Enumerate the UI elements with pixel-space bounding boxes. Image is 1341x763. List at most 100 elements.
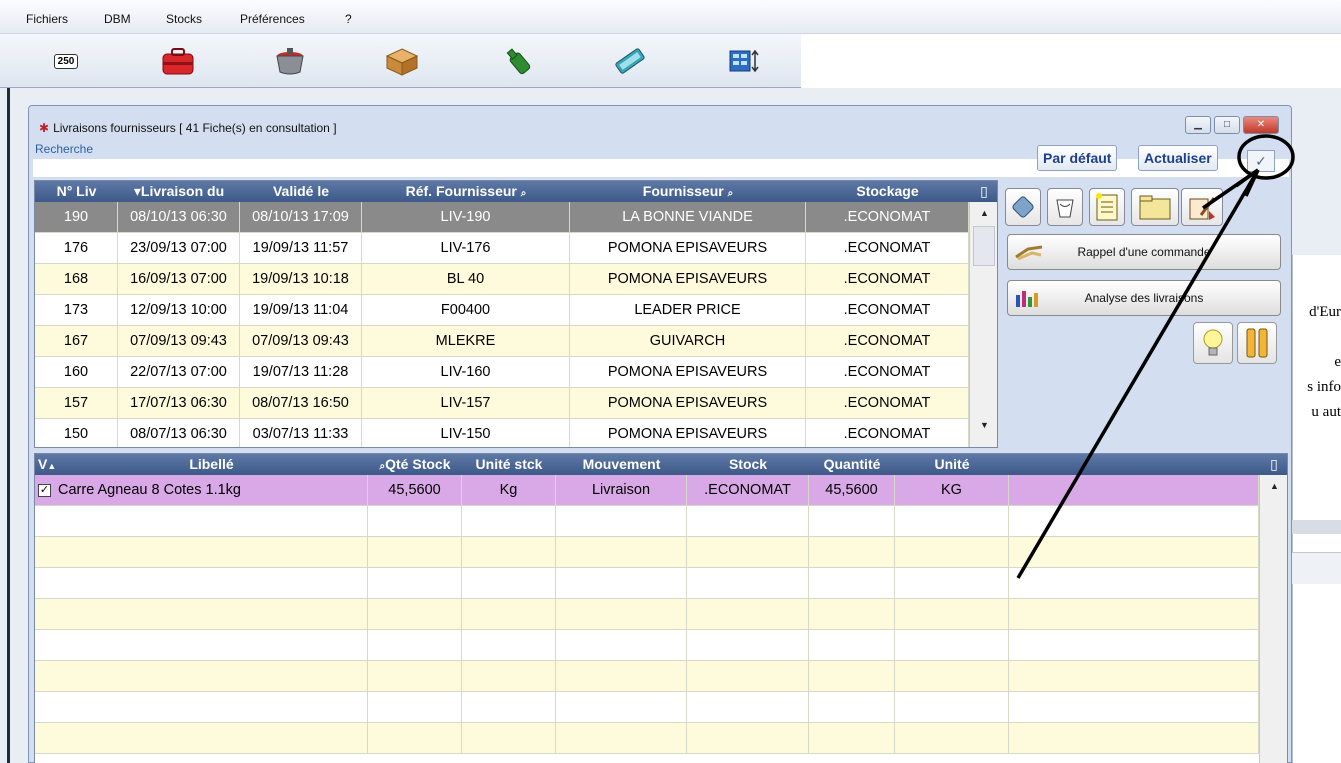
bottle-button[interactable] <box>490 40 546 82</box>
line-cell <box>35 661 55 692</box>
grid-sort-button[interactable] <box>716 40 772 82</box>
delivery-row[interactable]: 168 16/09/13 07:00 19/09/13 10:18 BL 40 POMO… <box>35 264 969 295</box>
col-header-stock[interactable]: Stock <box>687 454 809 475</box>
col-header-supplier[interactable]: Fournisseur ⌕ <box>570 181 806 202</box>
menu-stocks[interactable]: Stocks <box>166 12 202 26</box>
maximize-button[interactable]: □ <box>1214 116 1240 134</box>
delivery-cell: 08/07/13 16:50 <box>240 388 362 419</box>
scanner-icon <box>615 48 645 74</box>
validate-check-button[interactable]: ✓ <box>1247 150 1275 172</box>
delivery-cell: .ECONOMAT <box>806 388 969 419</box>
line-cell <box>35 506 55 537</box>
line-cell <box>687 506 809 537</box>
menu-preferences[interactable]: Préférences <box>240 12 305 26</box>
menu-fichiers[interactable]: Fichiers <box>26 12 68 26</box>
line-cell <box>809 599 895 630</box>
col-header-quantity[interactable]: Quantité <box>809 454 895 475</box>
col-header-stock-unit[interactable]: Unité stck <box>462 454 556 475</box>
sort-asc-icon: ▲ <box>47 461 55 471</box>
background-strip-2 <box>1292 552 1341 584</box>
counter-button[interactable]: 250 <box>38 40 94 82</box>
idea-button[interactable] <box>1193 322 1233 364</box>
delivery-cell: F00400 <box>362 295 570 326</box>
delivery-row[interactable]: 150 08/07/13 06:30 03/07/13 11:33 LIV-150 PO… <box>35 419 969 447</box>
scroll-up-icon[interactable]: ▲ <box>970 204 997 222</box>
col-header-num[interactable]: N° Liv <box>35 181 118 202</box>
eraser-button[interactable] <box>1005 188 1041 226</box>
line-cell <box>556 506 687 537</box>
col-header-label: Livraison du <box>140 183 225 199</box>
tools-button[interactable] <box>1237 322 1277 364</box>
menu-help[interactable]: ? <box>345 12 352 26</box>
delivery-cell: 22/07/13 07:00 <box>118 357 240 388</box>
line-row[interactable]: ✓ Carre Agneau 8 Cotes 1.1kg 45,5600 Kg Livr… <box>35 475 1259 506</box>
refresh-button[interactable]: Actualiser <box>1138 145 1218 171</box>
trash-button[interactable] <box>1047 188 1083 226</box>
recall-order-button[interactable]: Rappel d'une commande <box>1007 234 1281 270</box>
delivery-lines-grid: V▲ Libellé ⌕Qté Stock Unité stck Mouveme… <box>34 453 1288 763</box>
col-header-v[interactable]: V▲ <box>35 454 55 475</box>
delivery-cell: LA BONNE VIANDE <box>570 202 806 233</box>
scroll-down-icon[interactable]: ▼ <box>970 416 997 434</box>
column-chooser-icon[interactable]: ▯ <box>969 181 997 202</box>
line-cell <box>462 630 556 661</box>
delivery-cell: 150 <box>35 419 118 447</box>
line-cell: 45,5600 <box>809 475 895 506</box>
line-cell <box>895 692 1009 723</box>
line-cell <box>556 537 687 568</box>
scroll-up-icon[interactable]: ▲ <box>1260 477 1287 495</box>
line-cell <box>556 692 687 723</box>
app-bug-icon: ✱ <box>39 121 50 135</box>
deliveries-scrollbar[interactable]: ▲ ▼ <box>969 202 997 447</box>
delivery-row[interactable]: 190 08/10/13 06:30 08/10/13 17:09 LIV-190 LA… <box>35 202 969 233</box>
line-cell <box>1009 630 1259 661</box>
line-cell <box>55 723 368 754</box>
delivery-row[interactable]: 157 17/07/13 06:30 08/07/13 16:50 LIV-157 PO… <box>35 388 969 419</box>
delivery-row[interactable]: 176 23/09/13 07:00 19/09/13 11:57 LIV-176 PO… <box>35 233 969 264</box>
col-header-stock-qty[interactable]: ⌕Qté Stock <box>368 454 462 475</box>
delivery-row[interactable]: 173 12/09/13 10:00 19/09/13 11:04 F00400 LEA… <box>35 295 969 326</box>
line-cell <box>1009 475 1259 506</box>
line-cell <box>895 506 1009 537</box>
col-header-storage[interactable]: Stockage <box>806 181 969 202</box>
edit-document-button[interactable] <box>1181 188 1223 226</box>
analyze-deliveries-button[interactable]: Analyse des livraisons <box>1007 280 1281 316</box>
empty-row <box>35 537 1259 568</box>
toolbox-button[interactable] <box>150 40 206 82</box>
line-cell <box>556 630 687 661</box>
menu-dbm[interactable]: DBM <box>104 12 131 26</box>
line-cell <box>1009 506 1259 537</box>
default-button[interactable]: Par défaut <box>1037 145 1118 171</box>
line-cell <box>462 537 556 568</box>
open-folder-button[interactable] <box>1131 188 1179 226</box>
col-header-label-libelle[interactable]: Libellé <box>55 454 368 475</box>
col-header-supplier-ref[interactable]: Réf. Fournisseur ⌕ <box>362 181 570 202</box>
close-button[interactable]: ✕ <box>1243 116 1279 134</box>
col-header-label: Qté Stock <box>385 456 451 472</box>
line-cell <box>462 506 556 537</box>
lines-scrollbar[interactable]: ▲ <box>1259 475 1287 763</box>
col-header-validated[interactable]: Validé le <box>240 181 362 202</box>
new-document-button[interactable] <box>1089 188 1125 226</box>
minimize-button[interactable]: ▁ <box>1185 116 1211 134</box>
line-cell <box>55 630 368 661</box>
line-cell <box>55 599 368 630</box>
delivery-row[interactable]: 160 22/07/13 07:00 19/07/13 11:28 LIV-160 PO… <box>35 357 969 388</box>
col-header-movement[interactable]: Mouvement <box>556 454 687 475</box>
line-cell <box>35 599 55 630</box>
col-header-unit[interactable]: Unité <box>895 454 1009 475</box>
delivery-row[interactable]: 167 07/09/13 09:43 07/09/13 09:43 MLEKRE GUI… <box>35 326 969 357</box>
line-cell <box>1009 599 1259 630</box>
search-icon: ⌕ <box>520 188 527 199</box>
col-header-delivery-date[interactable]: ▾Livraison du <box>118 181 240 202</box>
delivery-cell: GUIVARCH <box>570 326 806 357</box>
cooking-button[interactable] <box>262 40 318 82</box>
box-button[interactable] <box>374 40 430 82</box>
column-chooser-icon[interactable]: ▯ <box>1259 454 1287 475</box>
scanner-button[interactable] <box>602 40 658 82</box>
line-checkbox[interactable]: ✓ <box>38 483 51 497</box>
line-cell <box>35 568 55 599</box>
line-cell <box>556 723 687 754</box>
delivery-cell: LIV-157 <box>362 388 570 419</box>
scroll-thumb[interactable] <box>973 226 995 266</box>
